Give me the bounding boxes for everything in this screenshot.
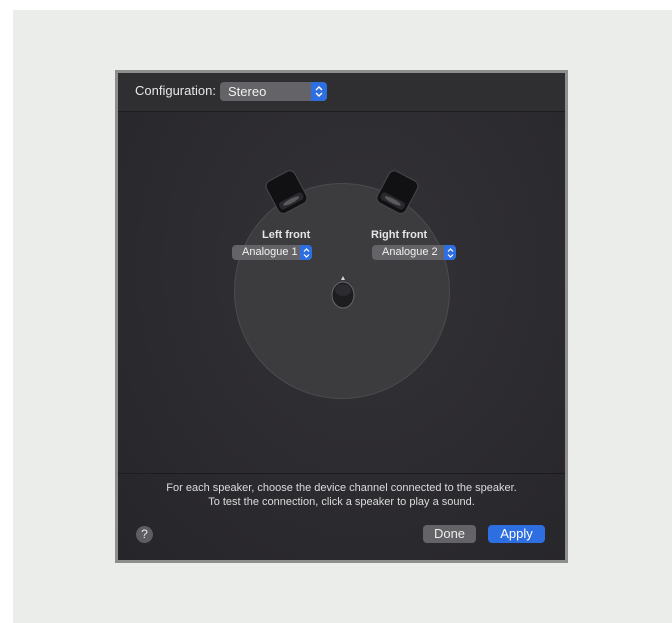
configuration-select[interactable]: Stereo [220,82,327,101]
instruction-line: To test the connection, click a speaker … [208,496,475,508]
right-front-channel-value: Analogue 2 [382,246,438,258]
right-front-label: Right front [371,229,428,241]
speaker-setup-window: Configuration: Stereo Left front Right f… [115,70,568,563]
help-button[interactable]: ? [136,526,153,543]
left-front-speaker-icon[interactable] [262,168,312,218]
chevron-updown-icon [300,245,312,260]
configuration-value: Stereo [228,84,267,99]
divider [118,473,565,474]
left-front-channel-select[interactable]: Analogue 1 [232,245,312,260]
configuration-bar: Configuration: Stereo [118,73,565,112]
chevron-updown-icon [311,82,327,101]
right-front-channel-select[interactable]: Analogue 2 [372,245,456,260]
apply-button[interactable]: Apply [488,525,545,543]
chevron-updown-icon [444,245,456,260]
speaker-stage: Left front Right front Analogue 1 Analog… [118,112,565,473]
left-front-channel-value: Analogue 1 [242,246,298,258]
instructions-text: For each speaker, choose the device chan… [118,481,565,509]
left-front-label: Left front [262,229,311,241]
configuration-label: Configuration: [135,83,216,98]
instruction-line: For each speaker, choose the device chan… [166,482,517,494]
right-front-speaker-icon[interactable] [372,168,422,218]
done-button[interactable]: Done [423,525,476,543]
listener-head-icon [330,275,356,311]
